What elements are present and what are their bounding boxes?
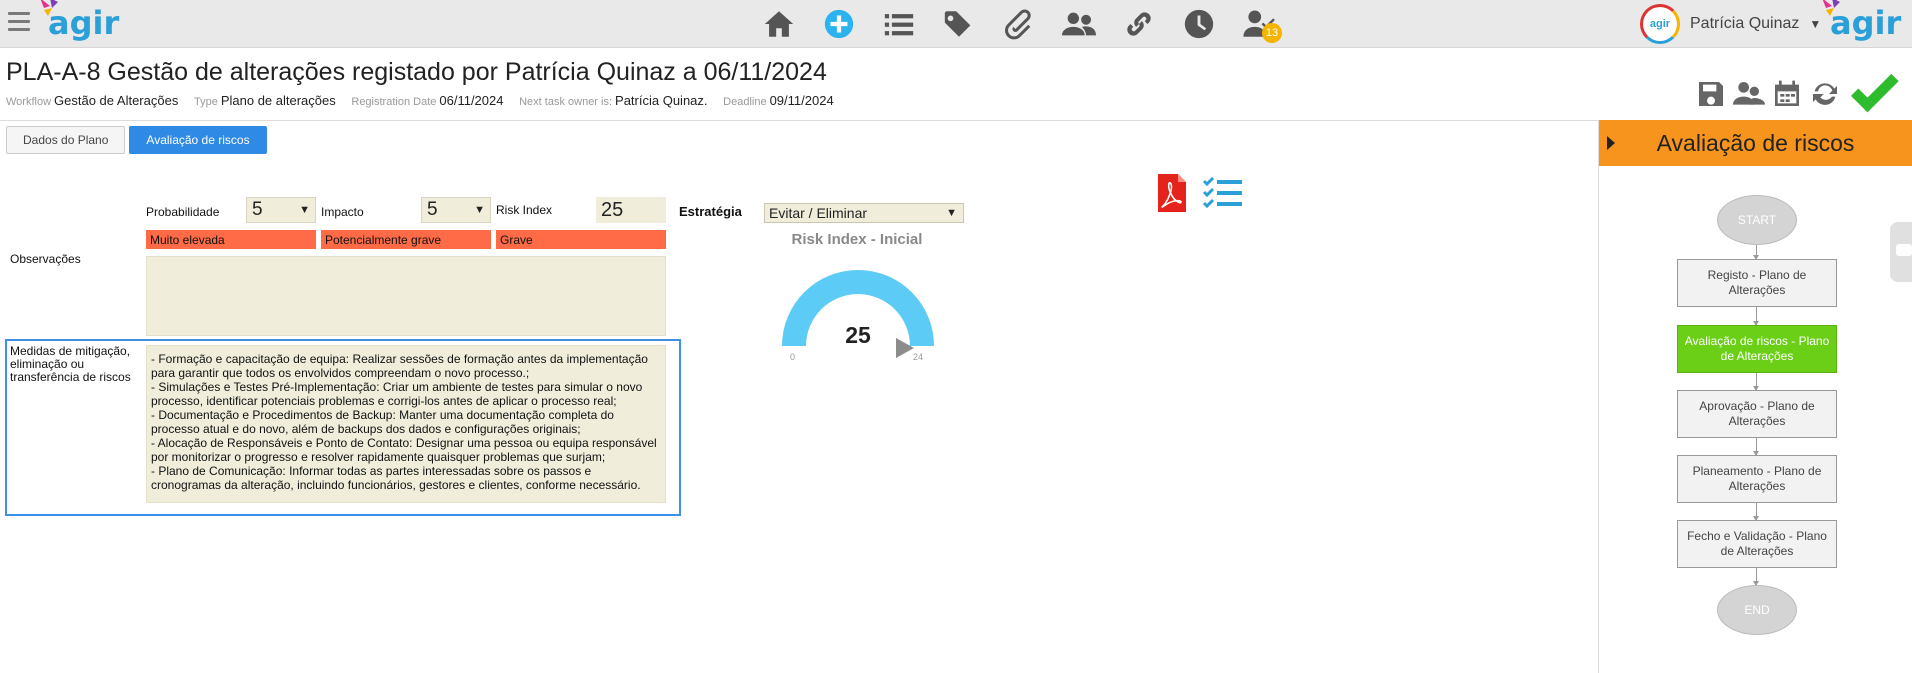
risk-level-bar: Grave [496,230,666,249]
workflow-panel-header[interactable]: Avaliação de riscos [1599,120,1912,166]
impacto-select[interactable]: 5 ▼ [421,197,491,223]
add-icon[interactable] [820,5,858,43]
next-owner-value: Patrícia Quinaz. [615,93,708,108]
gauge-max-label: 24 [913,352,924,362]
workflow-start-node: START [1717,195,1797,245]
workflow-panel-title: Avaliação de riscos [1656,129,1855,156]
workflow-connector [1753,307,1759,326]
chevron-down-icon: ▼ [474,204,485,216]
workflow-connector [1753,245,1759,260]
confirm-check-icon[interactable] [1847,72,1899,121]
medidas-label: Medidas de mitigação, eliminação ou tran… [10,344,131,384]
checklist-icon[interactable] [1203,176,1243,210]
logo-spark-icon [40,0,58,16]
tab-bar: Dados do Plano Avaliação de riscos [6,126,267,154]
users-icon[interactable] [1060,5,1098,43]
estrategia-label: Estratégia [679,204,742,219]
header-divider [0,120,1598,121]
risk-index-label: Risk Index [496,203,553,217]
menu-icon[interactable] [8,12,30,32]
main-nav-icons: 13 [760,4,1282,44]
user-menu[interactable]: agir Patrícia Quinaz ▼ [1640,4,1821,44]
company-logo: agir [1822,0,1901,42]
probabilidade-value: 5 [252,199,263,220]
save-icon[interactable] [1695,78,1727,115]
probabilidade-select[interactable]: 5 ▼ [246,197,316,223]
link-icon[interactable] [1120,5,1158,43]
record-actions [1695,72,1899,121]
tab-dados-do-plano[interactable]: Dados do Plano [6,126,126,154]
deadline-label: Deadline [723,96,767,108]
user-check-icon[interactable]: 13 [1240,5,1282,43]
collapse-triangle-icon[interactable] [1607,136,1615,150]
workflow-end-node: END [1717,585,1797,635]
registration-date-label: Registration Date [351,96,437,108]
workflow-step-avaliacao[interactable]: Avaliação de riscos - Plano de Alteraçõe… [1677,325,1837,373]
registration-date-value: 06/11/2024 [439,93,504,108]
user-avatar: agir [1640,4,1680,44]
impacto-level-bar: Potencialmente grave [321,230,491,249]
gauge-title: Risk Index - Inicial [791,231,923,248]
observacoes-label: Observações [10,252,81,266]
workflow-connector [1753,438,1759,456]
workflow-connector [1753,503,1759,521]
chevron-down-icon: ▼ [1809,17,1822,31]
medidas-textarea[interactable]: - Formação e capacitação de equipa: Real… [146,345,666,503]
calendar-icon[interactable] [1771,78,1803,115]
deadline-value: 09/11/2024 [769,93,834,108]
logo-spark-icon [1822,0,1840,16]
workflow-connector [1753,373,1759,391]
impacto-label: Impacto [321,205,364,219]
reassign-users-icon[interactable] [1733,78,1765,115]
user-name: Patrícia Quinaz [1690,15,1800,32]
pdf-icon[interactable] [1158,174,1186,212]
list-icon[interactable] [880,5,918,43]
chat-tab-icon[interactable] [1890,222,1912,282]
record-metadata: Workflow Gestão de Alterações Type Plano d… [6,93,846,108]
tags-icon[interactable] [940,5,978,43]
workflow-step-registo[interactable]: Registo - Plano de Alterações [1677,259,1837,307]
workflow-step-fecho[interactable]: Fecho e Validação - Plano de Alterações [1677,520,1837,568]
chevron-down-icon: ▼ [946,207,957,219]
home-icon[interactable] [760,5,798,43]
workflow-step-aprovacao[interactable]: Aprovação - Plano de Alterações [1677,390,1837,438]
top-navigation-bar: agir 13 agir Patrícia Quinaz ▼ agir [0,0,1912,48]
probabilidade-label: Probabilidade [146,205,220,219]
type-value: Plano de alterações [220,93,336,108]
probabilidade-level-bar: Muito elevada [146,230,316,249]
tab-avaliacao-de-riscos[interactable]: Avaliação de riscos [129,126,267,154]
estrategia-value: Evitar / Eliminar [769,205,868,221]
attachment-icon[interactable] [1000,5,1038,43]
observacoes-textarea[interactable] [146,256,666,336]
risk-index-value: 25 [596,197,666,223]
workflow-label: Workflow [6,96,52,108]
notification-badge: 13 [1262,23,1282,43]
type-label: Type [193,96,218,108]
gauge-value: 25 [845,322,871,348]
impacto-value: 5 [427,199,438,220]
estrategia-select[interactable]: Evitar / Eliminar ▼ [764,203,964,223]
page-title: PLA-A-8 Gestão de alterações registado p… [6,58,827,86]
workflow-value: Gestão de Alterações [54,93,179,108]
gauge-min-label: 0 [790,352,796,362]
chevron-down-icon: ▼ [299,204,310,216]
workflow-connector [1753,568,1759,586]
clock-icon[interactable] [1180,5,1218,43]
workflow-step-planeamento[interactable]: Planeamento - Plano de Alterações [1677,455,1837,503]
next-owner-label: Next task owner is: [519,96,613,108]
refresh-icon[interactable] [1809,78,1841,115]
app-logo[interactable]: agir [40,0,119,42]
workflow-panel: Avaliação de riscos START Registo - Plan… [1598,120,1912,673]
